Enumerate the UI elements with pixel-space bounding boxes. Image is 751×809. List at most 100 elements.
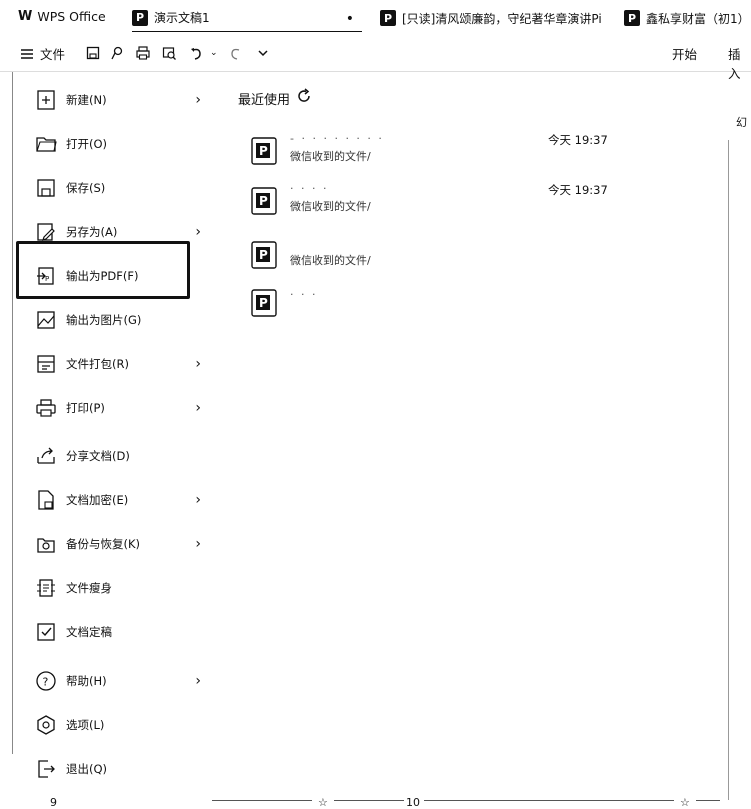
svg-text:?: ? <box>43 676 49 689</box>
menu-item-finalize[interactable]: 文档定稿 <box>35 617 205 647</box>
file-menu-panel: 新建(N) › 打开(O) 保存(S) 另存为(A) › P 输出为PDF(F)… <box>12 72 212 778</box>
printer-icon <box>35 397 57 419</box>
right-panel-label: 幻 <box>736 116 747 129</box>
tab-presentation-1[interactable]: P 演示文稿1 • <box>132 4 362 32</box>
redo-button[interactable] <box>226 44 244 62</box>
presentation-file-icon: P <box>251 187 277 215</box>
right-panel-divider <box>728 140 729 800</box>
menu-item-slim[interactable]: 文件瘦身 <box>35 573 205 603</box>
presentation-file-icon: P <box>251 289 277 317</box>
menu-item-label: 分享文档(D) <box>66 449 130 463</box>
menu-item-share[interactable]: 分享文档(D) <box>35 441 205 471</box>
menu-item-label: 保存(S) <box>66 181 106 195</box>
file-menu-label: 文件 <box>40 47 66 62</box>
chevron-right-icon: › <box>195 673 201 689</box>
save-quick-button[interactable] <box>84 44 102 62</box>
share-icon <box>35 445 57 467</box>
recent-file-row[interactable]: P · · · <box>250 284 670 328</box>
save-icon <box>84 44 102 62</box>
tab-insert[interactable]: 插入 <box>728 44 751 82</box>
star-icon: ☆ <box>318 796 328 809</box>
tab-readonly-document[interactable]: P [只读]清风颂廉韵，守纪著华章演讲Pi <box>380 4 602 32</box>
options-icon <box>35 714 57 736</box>
chevron-down-icon[interactable]: ⌄ <box>210 48 218 58</box>
menu-item-backup[interactable]: 备份与恢复(K) › <box>35 529 205 559</box>
tab-label: 鑫私享财富（初1） <box>646 11 750 26</box>
tab-label: 演示文稿1 <box>154 11 210 25</box>
finalize-icon <box>35 621 57 643</box>
svg-text:P: P <box>259 194 268 208</box>
menu-item-export-image[interactable]: 输出为图片(G) <box>35 305 205 335</box>
presentation-icon: P <box>624 10 640 26</box>
package-icon <box>35 353 57 375</box>
presentation-icon: P <box>380 10 396 26</box>
toolbar: 文件 ⌄ 开始 插入 <box>0 36 751 81</box>
presentation-icon: P <box>132 9 148 26</box>
printer-icon <box>134 44 152 62</box>
tab-start[interactable]: 开始 <box>672 44 697 63</box>
hamburger-icon <box>18 45 36 63</box>
file-name: - · · · · · · · · <box>290 132 384 145</box>
menu-item-encrypt[interactable]: 文档加密(E) › <box>35 485 205 515</box>
menu-item-help[interactable]: ? 帮助(H) › <box>35 666 205 696</box>
recent-file-row[interactable]: P 微信收到的文件/ <box>250 236 670 280</box>
exit-icon <box>35 758 57 780</box>
menu-item-label: 退出(Q) <box>66 762 108 776</box>
tab-wealth-document[interactable]: P 鑫私享财富（初1） <box>624 4 750 32</box>
new-icon <box>35 89 57 111</box>
star-icon: ☆ <box>680 796 690 809</box>
file-path: 微信收到的文件/ <box>290 150 371 163</box>
menu-item-label: 另存为(A) <box>66 225 118 239</box>
presentation-file-icon: P <box>251 241 277 269</box>
tab-label: [只读]清风颂廉韵，守纪著华章演讲Pi <box>402 11 602 26</box>
wps-logo-icon: W <box>18 9 32 24</box>
menu-item-label: 新建(N) <box>66 93 107 107</box>
menu-item-new[interactable]: 新建(N) › <box>35 85 205 115</box>
app-logo[interactable]: W WPS Office <box>18 9 106 24</box>
menu-item-label: 备份与恢复(K) <box>66 537 141 551</box>
presentation-file-icon: P <box>251 137 277 165</box>
more-dropdown[interactable] <box>254 44 272 62</box>
menu-item-save[interactable]: 保存(S) <box>35 173 205 203</box>
file-path: 微信收到的文件/ <box>290 254 371 267</box>
chevron-right-icon: › <box>195 356 201 372</box>
recent-header: 最近使用 <box>238 88 312 108</box>
menu-item-package[interactable]: 文件打包(R) › <box>35 349 205 379</box>
save-icon <box>35 177 57 199</box>
menu-item-print[interactable]: 打印(P) › <box>35 393 205 423</box>
menu-item-exit[interactable]: 退出(Q) <box>35 754 205 784</box>
file-path: 微信收到的文件/ <box>290 200 371 213</box>
svg-text:P: P <box>259 296 268 310</box>
chevron-right-icon: › <box>195 536 201 552</box>
encrypt-icon <box>35 489 57 511</box>
menu-item-options[interactable]: 选项(L) <box>35 710 205 740</box>
recent-file-row[interactable]: P - · · · · · · · · 微信收到的文件/ 今天 19:37 <box>250 132 670 176</box>
file-menu-button[interactable]: 文件 <box>18 44 65 63</box>
svg-text:P: P <box>259 144 268 158</box>
print-preview-icon <box>160 44 178 62</box>
file-name: · · · <box>290 288 318 301</box>
menu-item-label: 文件打包(R) <box>66 357 129 371</box>
chevron-right-icon: › <box>195 92 201 108</box>
print-quick-button[interactable] <box>134 44 152 62</box>
menu-item-label: 打开(O) <box>66 137 108 151</box>
page-number-left: 9 <box>50 796 57 809</box>
save-as-icon <box>35 221 57 243</box>
export-pdf-quick-button[interactable] <box>108 44 126 62</box>
insert-label: 插入 <box>728 47 741 81</box>
menu-item-label: 输出为图片(G) <box>66 313 142 327</box>
print-preview-button[interactable] <box>160 44 178 62</box>
backup-icon <box>35 533 57 555</box>
pdf-quick-icon <box>108 44 126 62</box>
menu-item-open[interactable]: 打开(O) <box>35 129 205 159</box>
recent-file-row[interactable]: P · · · · 微信收到的文件/ 今天 19:37 <box>250 182 670 226</box>
file-name: · · · · <box>290 182 329 195</box>
file-time: 今天 19:37 <box>548 133 608 147</box>
redo-icon <box>226 44 244 62</box>
refresh-icon[interactable] <box>296 88 312 108</box>
chevron-right-icon: › <box>195 224 201 240</box>
modified-dot: • <box>345 11 354 27</box>
chevron-down-icon <box>254 44 272 62</box>
bottom-rule <box>696 800 720 801</box>
undo-button[interactable]: ⌄ <box>188 44 218 62</box>
